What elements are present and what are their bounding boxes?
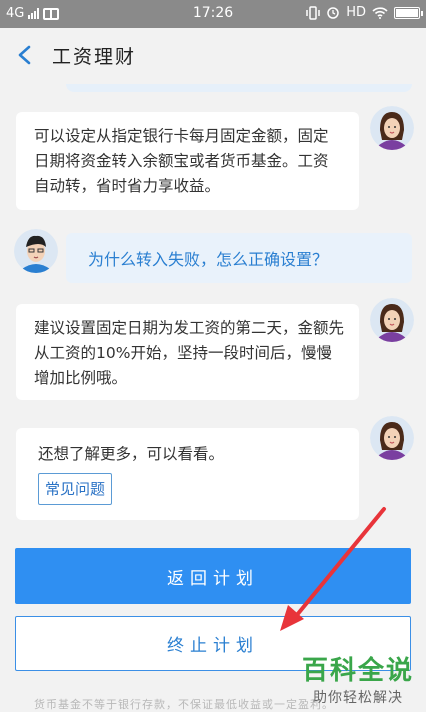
message-text: 建议设置固定日期为发工资的第二天，金额先从工资的10%开始，坚持一段时间后，慢慢… — [34, 319, 345, 387]
user-message: 为什么转入失败，怎么正确设置？ — [66, 233, 412, 283]
nav-bar: 工资理财 — [0, 28, 426, 84]
assistant-avatar — [370, 416, 414, 460]
wifi-icon — [372, 6, 388, 19]
assistant-avatar — [370, 106, 414, 150]
assistant-message: 建议设置固定日期为发工资的第二天，金额先从工资的10%开始，坚持一段时间后，慢慢… — [16, 304, 359, 400]
alarm-icon — [327, 6, 339, 19]
assistant-avatar — [370, 298, 414, 342]
watermark-logo: 百科全说 助你轻松解决 — [296, 650, 420, 707]
hd-label: HD — [346, 5, 366, 20]
battery-icon — [394, 6, 423, 19]
watermark-sub: 助你轻松解决 — [313, 690, 403, 706]
page-title: 工资理财 — [52, 46, 137, 68]
message-text: 为什么转入失败，怎么正确设置？ — [88, 250, 329, 269]
assistant-message: 可以设定从指定银行卡每月固定金额，固定日期将资金转入余额宝或者货币基金。工资自动… — [16, 112, 359, 210]
watermark-main: 百科全说 — [301, 656, 414, 686]
user-avatar — [14, 229, 58, 273]
annotation-arrow — [280, 507, 386, 631]
back-arrow-icon[interactable] — [14, 44, 36, 66]
message-text: 可以设定从指定银行卡每月固定金额，固定日期将资金转入余额宝或者货币基金。工资自动… — [34, 127, 329, 195]
status-bar: 4G 17:26 HD — [0, 0, 426, 28]
faq-link-button[interactable]: 常见问题 — [38, 472, 113, 505]
message-text: 还想了解更多，可以看看。 — [38, 445, 225, 463]
previous-message-edge — [66, 84, 412, 92]
status-right: HD — [306, 5, 423, 20]
vibrate-icon — [306, 5, 320, 20]
